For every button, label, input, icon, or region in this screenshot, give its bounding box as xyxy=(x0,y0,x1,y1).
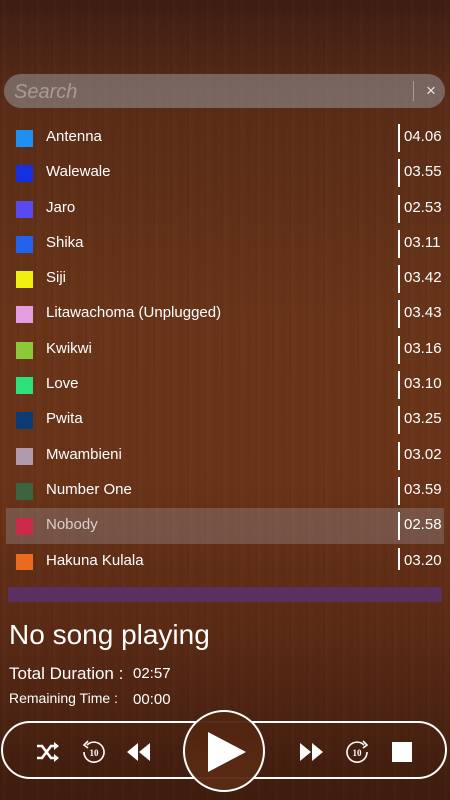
duration-divider xyxy=(398,547,400,570)
song-row[interactable]: Walewale 03.55 xyxy=(6,155,444,190)
rewind-button[interactable] xyxy=(123,739,155,765)
stop-button[interactable] xyxy=(386,739,418,765)
song-row[interactable]: Kwikwi 03.16 xyxy=(6,332,444,367)
stop-icon xyxy=(392,742,412,762)
duration-divider xyxy=(398,265,400,294)
song-duration: 02.53 xyxy=(404,198,442,216)
duration-divider xyxy=(398,476,400,505)
song-row[interactable]: Nobody 02.58 xyxy=(6,508,444,544)
song-duration: 04.06 xyxy=(404,128,442,145)
remaining-time-value: 00:00 xyxy=(133,691,171,708)
forward-10-icon: 10 xyxy=(346,740,369,763)
song-color-swatch xyxy=(16,447,33,465)
song-title: Mwambieni xyxy=(46,445,122,463)
song-row[interactable]: Hakuna Kulala 03.20 xyxy=(6,544,444,570)
song-row[interactable]: Mwambieni 03.02 xyxy=(6,438,444,473)
song-title: Antenna xyxy=(46,128,102,145)
song-duration: 03.42 xyxy=(404,269,442,287)
play-button[interactable] xyxy=(183,710,265,792)
song-duration: 03.11 xyxy=(404,233,441,251)
duration-divider xyxy=(398,194,400,223)
song-duration: 03.59 xyxy=(404,480,442,498)
song-duration: 03.16 xyxy=(404,339,442,357)
song-title: Walewale xyxy=(46,163,111,181)
song-duration: 03.43 xyxy=(404,304,442,322)
duration-divider xyxy=(398,229,400,258)
song-duration: 03.02 xyxy=(404,445,442,463)
song-row[interactable]: Jaro 02.53 xyxy=(6,191,444,226)
song-title: Pwita xyxy=(46,410,83,428)
song-title: Number One xyxy=(46,480,132,498)
song-color-swatch xyxy=(16,165,33,183)
search-input[interactable] xyxy=(12,77,411,107)
song-duration: 03.10 xyxy=(404,375,442,393)
forward-10-button[interactable]: 10 xyxy=(341,739,373,765)
search-divider xyxy=(413,81,414,101)
song-duration: 03.20 xyxy=(404,551,442,569)
duration-divider xyxy=(398,406,400,435)
song-color-swatch xyxy=(16,306,33,324)
song-title: Litawachoma (Unplugged) xyxy=(46,304,222,322)
song-color-swatch xyxy=(16,553,33,570)
song-row[interactable]: Antenna 04.06 xyxy=(6,120,444,155)
song-color-swatch xyxy=(16,235,33,253)
song-color-swatch xyxy=(16,482,33,500)
progress-bar[interactable] xyxy=(8,587,442,602)
song-title: Nobody xyxy=(46,516,98,534)
song-color-swatch xyxy=(16,200,33,218)
fast-forward-icon xyxy=(300,743,323,761)
song-row[interactable]: Siji 03.42 xyxy=(6,261,444,296)
song-duration: 03.55 xyxy=(404,163,442,181)
song-color-swatch xyxy=(16,518,33,536)
shuffle-button[interactable] xyxy=(31,739,63,765)
play-icon xyxy=(208,732,246,772)
song-color-swatch xyxy=(16,341,33,359)
song-title: Jaro xyxy=(46,198,76,216)
remaining-time-label: Remaining Time : xyxy=(9,690,118,706)
search-bar: × xyxy=(4,74,445,108)
song-title: Shika xyxy=(46,233,84,251)
song-duration: 03.25 xyxy=(404,410,442,428)
replay-10-button[interactable]: 10 xyxy=(78,739,110,765)
song-row[interactable]: Shika 03.11 xyxy=(6,226,444,261)
song-row[interactable]: Pwita 03.25 xyxy=(6,402,444,437)
total-duration-label: Total Duration : xyxy=(9,664,124,683)
song-color-swatch xyxy=(16,130,33,147)
fast-forward-button[interactable] xyxy=(295,739,327,765)
duration-divider xyxy=(398,441,400,470)
song-color-swatch xyxy=(16,377,33,395)
song-title: Siji xyxy=(46,269,67,287)
rewind-icon xyxy=(127,743,150,761)
song-color-swatch xyxy=(16,271,33,289)
duration-divider xyxy=(398,512,400,541)
duration-divider xyxy=(398,124,400,152)
song-row[interactable]: Number One 03.59 xyxy=(6,473,444,508)
song-list[interactable]: Antenna 04.06 Walewale 03.55 Jaro 02.53 Shika 0… xyxy=(0,120,450,570)
duration-divider xyxy=(398,335,400,364)
shuffle-icon xyxy=(37,742,59,762)
song-title: Love xyxy=(46,375,79,393)
song-row[interactable]: Litawachoma (Unplugged) 03.43 xyxy=(6,296,444,331)
duration-divider xyxy=(398,159,400,188)
clear-search-button[interactable]: × xyxy=(418,78,444,104)
replay-10-number: 10 xyxy=(90,748,100,758)
total-duration-value: 02:57 xyxy=(133,665,171,682)
duration-divider xyxy=(398,300,400,329)
forward-10-number: 10 xyxy=(353,748,363,758)
duration-divider xyxy=(398,371,400,400)
song-title: Hakuna Kulala xyxy=(46,551,144,569)
song-row[interactable]: Love 03.10 xyxy=(6,367,444,402)
song-title: Kwikwi xyxy=(46,339,92,357)
replay-10-icon: 10 xyxy=(82,740,105,763)
song-color-swatch xyxy=(16,412,33,430)
now-playing-title: No song playing xyxy=(9,619,210,650)
song-duration: 02.58 xyxy=(404,516,442,534)
